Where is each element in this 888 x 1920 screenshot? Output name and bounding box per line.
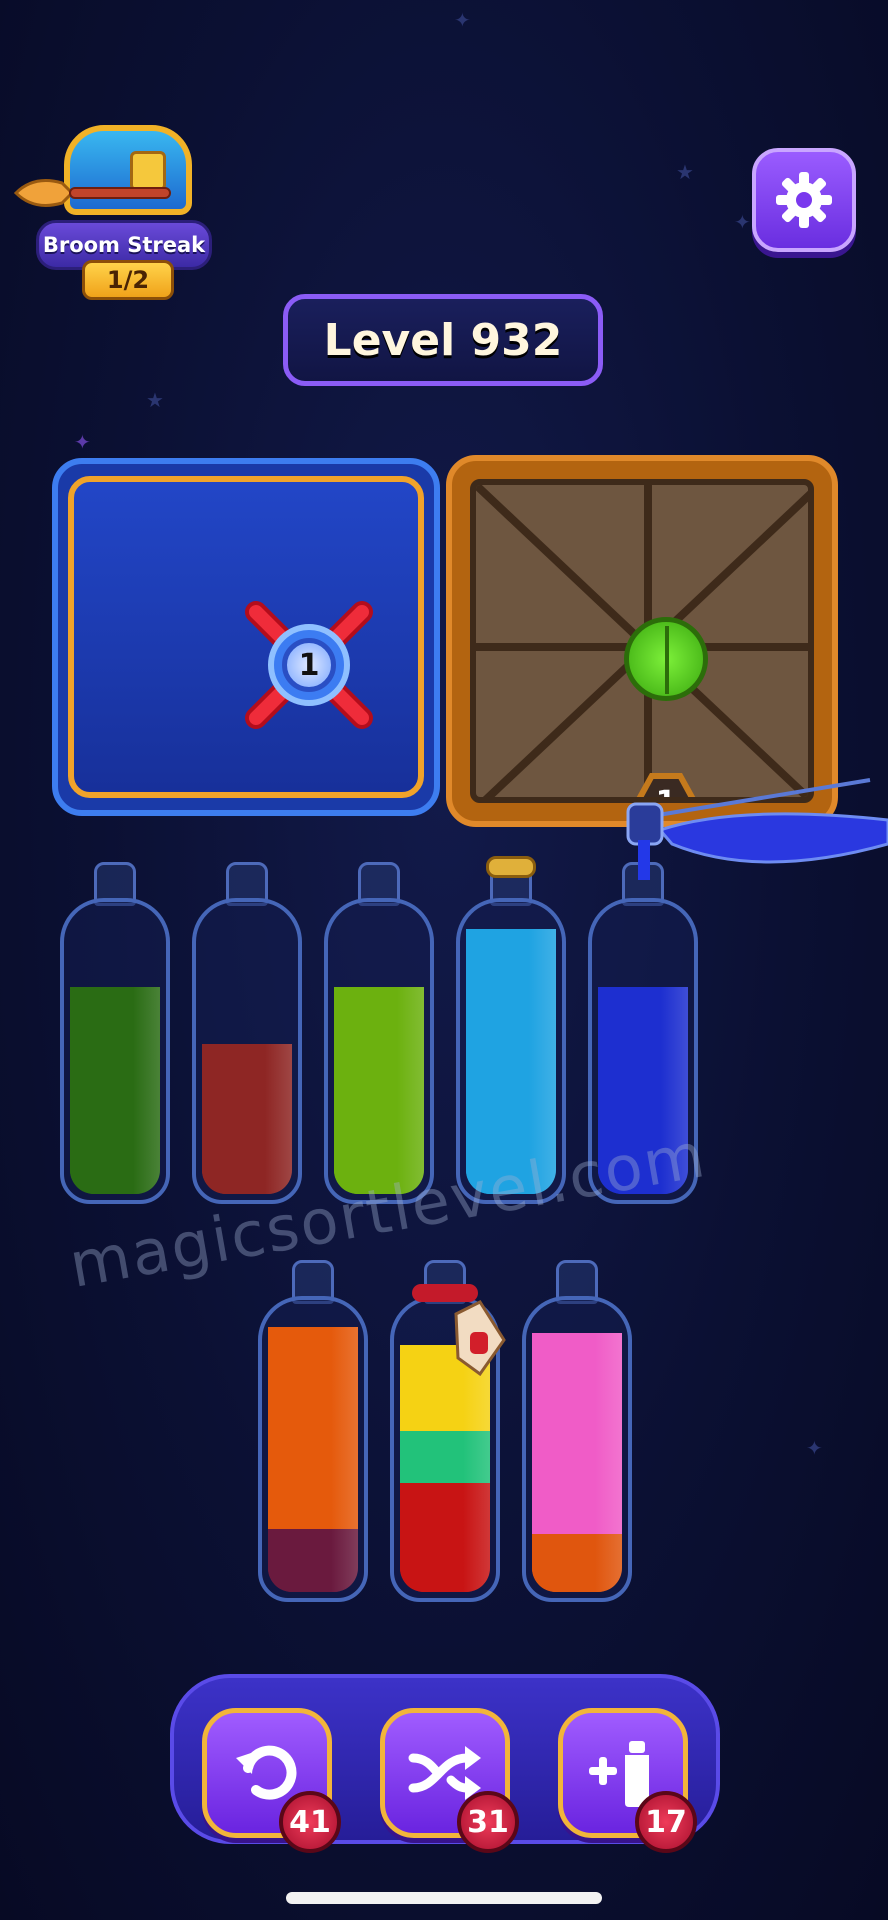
undo-button[interactable]: 41 — [202, 1708, 341, 1853]
vault-panel: 1 — [68, 476, 424, 798]
green-button-icon — [624, 617, 708, 701]
shuffle-count-badge: 31 — [457, 1791, 519, 1853]
vault-unlock-count: 1 — [282, 638, 336, 692]
level-title: Level 932 — [283, 294, 603, 386]
potion-tag-icon — [454, 1300, 506, 1376]
star-decoration: ★ — [676, 160, 694, 184]
bottle[interactable] — [522, 1260, 632, 1602]
bottle[interactable] — [324, 862, 434, 1204]
liquid-layer — [400, 1431, 490, 1483]
streak-progress: 1/2 — [82, 260, 174, 300]
broom-streak-widget[interactable]: Broom Streak 1/2 — [12, 115, 212, 305]
liquid-layer — [532, 1534, 622, 1592]
star-decoration: ✦ — [74, 430, 91, 454]
liquid-layer — [400, 1483, 490, 1592]
liquid-layer — [532, 1333, 622, 1534]
locked-vault[interactable]: 1 — [52, 458, 440, 816]
star-decoration: ✦ — [806, 1436, 823, 1460]
valve-icon: 1 — [234, 590, 384, 740]
star-decoration: ✦ — [454, 8, 471, 32]
liquid-layer — [70, 987, 160, 1194]
add-bottle-count-badge: 17 — [635, 1791, 697, 1853]
bottle[interactable] — [60, 862, 170, 1204]
liquid-layer — [202, 1044, 292, 1194]
bottle[interactable] — [192, 862, 302, 1204]
star-decoration: ✦ — [734, 210, 751, 234]
star-decoration: ★ — [146, 388, 164, 412]
shuffle-button[interactable]: 31 — [380, 1708, 519, 1853]
bottle[interactable] — [258, 1260, 368, 1602]
boosters-toolbar: 41 31 17 — [170, 1674, 720, 1853]
gear-icon — [776, 172, 832, 228]
undo-count-badge: 41 — [279, 1791, 341, 1853]
liquid-layer — [268, 1529, 358, 1592]
home-indicator[interactable] — [286, 1892, 602, 1904]
liquid-layer — [334, 987, 424, 1194]
cork-icon — [486, 856, 536, 878]
broom-icon — [14, 179, 171, 207]
pipette-icon — [626, 778, 888, 880]
add-bottle-button[interactable]: 17 — [558, 1708, 697, 1853]
settings-button[interactable] — [752, 148, 856, 252]
bottle[interactable] — [390, 1260, 506, 1602]
liquid-layer — [268, 1327, 358, 1529]
